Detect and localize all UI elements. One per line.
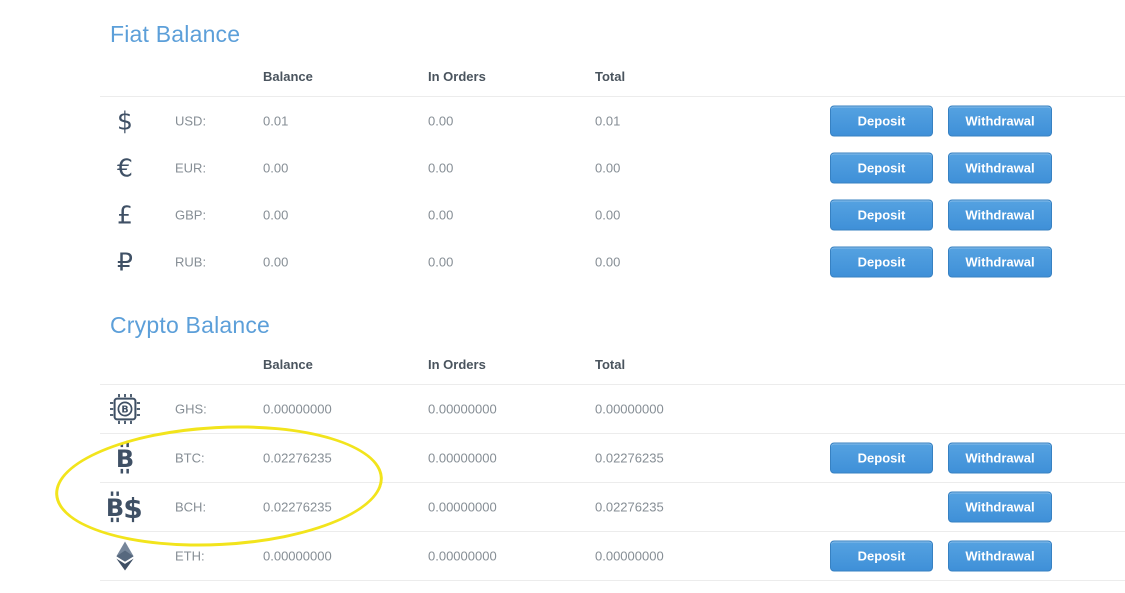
bitcoin-icon: B: [100, 443, 150, 474]
ethereum-icon: [100, 541, 150, 571]
svg-text:$: $: [123, 492, 142, 524]
table-row-btc: B BTC: 0.02276235 0.00000000 0.02276235 …: [100, 434, 1125, 483]
pound-icon: £: [100, 202, 150, 227]
currency-label: USD:: [175, 113, 206, 128]
in-orders-value: 0.00: [428, 160, 453, 175]
balance-page: Fiat Balance Balance In Orders Total $ U…: [0, 0, 1125, 593]
withdrawal-button-eur[interactable]: Withdrawal: [948, 152, 1052, 183]
currency-label: RUB:: [175, 254, 206, 269]
balance-value: 0.02276235: [263, 451, 332, 466]
withdrawal-button-usd[interactable]: Withdrawal: [948, 105, 1052, 136]
ruble-icon: ₽: [100, 249, 150, 274]
table-row-eth: ETH: 0.00000000 0.00000000 0.00000000 De…: [100, 532, 1125, 581]
fiat-column-balance: Balance: [263, 69, 313, 84]
currency-label: GHS:: [175, 402, 207, 417]
withdrawal-button-rub[interactable]: Withdrawal: [948, 246, 1052, 277]
currency-label: BCH:: [175, 500, 206, 515]
balance-value: 0.00: [263, 207, 288, 222]
in-orders-value: 0.00000000: [428, 500, 497, 515]
fiat-table-header: Balance In Orders Total: [100, 62, 1125, 97]
table-row-ghs: B GHS: 0.00000000 0.00000000 0.00000000: [100, 385, 1125, 434]
svg-text:B: B: [106, 494, 124, 522]
deposit-button-usd[interactable]: Deposit: [830, 105, 933, 136]
withdrawal-button-gbp[interactable]: Withdrawal: [948, 199, 1052, 230]
table-row-rub: ₽ RUB: 0.00 0.00 0.00 Deposit Withdrawal: [100, 238, 1125, 285]
crypto-column-balance: Balance: [263, 357, 313, 372]
crypto-column-in-orders: In Orders: [428, 357, 486, 372]
in-orders-value: 0.00000000: [428, 549, 497, 564]
currency-label: EUR:: [175, 160, 206, 175]
table-row-gbp: £ GBP: 0.00 0.00 0.00 Deposit Withdrawal: [100, 191, 1125, 238]
crypto-balance-title: Crypto Balance: [110, 312, 1125, 338]
svg-text:B: B: [116, 445, 134, 473]
currency-label: GBP:: [175, 207, 206, 222]
balance-value: 0.02276235: [263, 500, 332, 515]
deposit-button-btc[interactable]: Deposit: [830, 443, 933, 474]
dollar-icon: $: [100, 108, 150, 133]
crypto-column-total: Total: [595, 357, 625, 372]
in-orders-value: 0.00000000: [428, 451, 497, 466]
withdrawal-button-eth[interactable]: Withdrawal: [948, 541, 1052, 572]
table-row-eur: € EUR: 0.00 0.00 0.00 Deposit Withdrawal: [100, 144, 1125, 191]
deposit-button-eth[interactable]: Deposit: [830, 541, 933, 572]
balance-value: 0.01: [263, 113, 288, 128]
ghs-chip-icon: B: [100, 394, 150, 424]
total-value: 0.00: [595, 254, 620, 269]
fiat-column-in-orders: In Orders: [428, 69, 486, 84]
total-value: 0.02276235: [595, 500, 664, 515]
currency-label: ETH:: [175, 549, 205, 564]
deposit-button-eur[interactable]: Deposit: [830, 152, 933, 183]
deposit-button-rub[interactable]: Deposit: [830, 246, 933, 277]
balance-content: Fiat Balance Balance In Orders Total $ U…: [100, 0, 1125, 581]
fiat-column-total: Total: [595, 69, 625, 84]
total-value: 0.00: [595, 207, 620, 222]
withdrawal-button-btc[interactable]: Withdrawal: [948, 443, 1052, 474]
currency-label: BTC:: [175, 451, 205, 466]
total-value: 0.02276235: [595, 451, 664, 466]
fiat-balance-title: Fiat Balance: [110, 21, 1125, 47]
table-row-usd: $ USD: 0.01 0.00 0.01 Deposit Withdrawal: [100, 97, 1125, 144]
in-orders-value: 0.00: [428, 207, 453, 222]
euro-icon: €: [100, 155, 150, 180]
balance-value: 0.00000000: [263, 549, 332, 564]
balance-value: 0.00000000: [263, 402, 332, 417]
total-value: 0.00: [595, 160, 620, 175]
total-value: 0.00000000: [595, 402, 664, 417]
withdrawal-button-bch[interactable]: Withdrawal: [948, 492, 1052, 523]
bitcoin-cash-icon: B $: [100, 491, 150, 524]
in-orders-value: 0.00: [428, 113, 453, 128]
table-row-bch: B $ BCH: 0.02276235 0.00000000 0.0227623…: [100, 483, 1125, 532]
svg-text:B: B: [121, 404, 128, 415]
in-orders-value: 0.00000000: [428, 402, 497, 417]
balance-value: 0.00: [263, 160, 288, 175]
deposit-button-gbp[interactable]: Deposit: [830, 199, 933, 230]
in-orders-value: 0.00: [428, 254, 453, 269]
total-value: 0.01: [595, 113, 620, 128]
balance-value: 0.00: [263, 254, 288, 269]
crypto-table-header: Balance In Orders Total: [100, 350, 1125, 385]
total-value: 0.00000000: [595, 549, 664, 564]
